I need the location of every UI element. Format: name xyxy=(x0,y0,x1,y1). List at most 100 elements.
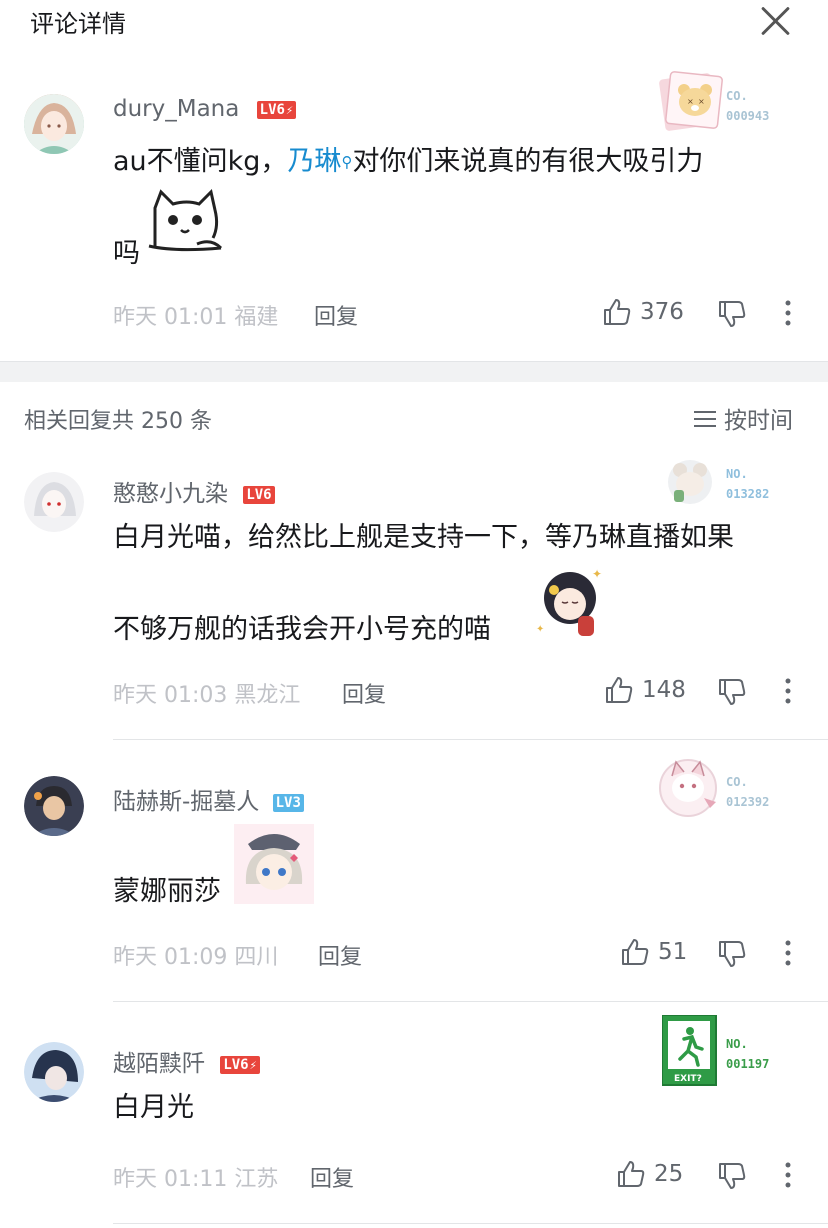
comment-text-line2: 吗 xyxy=(113,238,140,269)
reply-button[interactable]: 回复 xyxy=(310,1161,354,1193)
comment-text-line1: 蒙娜丽莎 xyxy=(113,876,221,907)
thumbs-down-icon[interactable] xyxy=(716,938,748,970)
timestamp: 昨天 01:01 xyxy=(113,305,228,330)
bear-card-icon: × × xyxy=(659,71,723,131)
thumbs-up-icon[interactable] xyxy=(615,1158,647,1190)
thumbs-up-icon[interactable] xyxy=(601,296,633,328)
fan-badge-image xyxy=(659,759,717,817)
location: 福建 xyxy=(234,305,279,330)
badge-prefix: CO. xyxy=(726,775,748,789)
timestamp: 昨天 01:09 xyxy=(113,945,228,970)
exit-sign-icon: EXIT? xyxy=(662,1015,717,1086)
badge-num: 013282 xyxy=(726,487,770,501)
username-text[interactable]: 越陌黩阡 xyxy=(113,1051,205,1077)
more-icon[interactable] xyxy=(780,1160,796,1190)
fan-badge-image: × × xyxy=(656,70,726,132)
reply-button[interactable]: 回复 xyxy=(342,677,386,709)
like-count: 51 xyxy=(658,939,688,965)
level-text: LV6 xyxy=(259,101,285,118)
comment-text-before: au不懂问kg， xyxy=(113,146,288,177)
comment-text-line1: 白月光喵，给然比上舰是支持一下，等乃琳直播如果 xyxy=(113,522,734,553)
avatar-illustration xyxy=(24,776,84,836)
username[interactable]: dury_Mana LV6⚡ xyxy=(113,96,297,122)
comment-text-after: 对你们来说真的有很大吸引力 xyxy=(352,146,704,177)
level-badge: LV6 xyxy=(243,485,275,504)
reply-button[interactable]: 回复 xyxy=(314,299,358,331)
comment-meta: 昨天 01:01 福建 xyxy=(113,299,278,331)
sort-button[interactable]: 按时间 xyxy=(694,401,793,435)
username[interactable]: 越陌黩阡 LV6⚡ xyxy=(113,1044,260,1078)
avatar[interactable] xyxy=(24,472,84,532)
like-count: 148 xyxy=(642,677,686,703)
like-count: 376 xyxy=(640,299,684,325)
fan-badge-number: CO. 000943 xyxy=(726,86,769,126)
svg-text:✦: ✦ xyxy=(592,567,602,581)
badge-prefix: NO. xyxy=(726,467,748,481)
divider xyxy=(113,739,828,740)
svg-text:×: × xyxy=(687,97,694,106)
location: 江苏 xyxy=(234,1167,279,1192)
fan-badge-number: NO. 001197 xyxy=(726,1034,769,1074)
thumbs-down-icon[interactable] xyxy=(716,1160,748,1192)
username-text[interactable]: dury_Mana xyxy=(113,96,239,122)
page-title: 评论详情 xyxy=(30,10,126,38)
username[interactable]: 陆赫斯-掘墓人 LV3 xyxy=(113,782,304,816)
svg-text:✦: ✦ xyxy=(536,624,544,635)
badge-num: 001197 xyxy=(726,1057,770,1071)
comment-text-line1: au不懂问kg，乃琳⚲对你们来说真的有很大吸引力 xyxy=(113,140,703,184)
badge-num: 012392 xyxy=(726,795,770,809)
comment-meta: 昨天 01:03 黑龙江 xyxy=(113,677,300,709)
more-icon[interactable] xyxy=(780,676,796,706)
avatar[interactable] xyxy=(24,94,84,154)
section-separator xyxy=(0,362,828,382)
more-icon[interactable] xyxy=(780,938,796,968)
avatar-illustration xyxy=(24,1042,84,1102)
avatar-illustration xyxy=(24,472,84,532)
comment-meta: 昨天 01:09 四川 xyxy=(113,939,278,971)
badge-prefix: NO. xyxy=(726,1037,748,1051)
location: 四川 xyxy=(234,945,279,970)
svg-text:×: × xyxy=(698,97,705,106)
username[interactable]: 憨憨小九染 LV6 xyxy=(113,474,275,508)
comment-meta: 昨天 01:11 江苏 xyxy=(113,1161,278,1193)
thumbs-down-icon[interactable] xyxy=(716,298,748,330)
avatar-illustration xyxy=(24,94,84,154)
close-icon[interactable] xyxy=(758,2,794,38)
level-badge: LV3 xyxy=(272,793,304,812)
divider xyxy=(113,1001,828,1002)
comment-text-line2: 不够万舰的话我会开小号充的喵 xyxy=(113,614,491,645)
location: 黑龙江 xyxy=(234,683,301,708)
avatar[interactable] xyxy=(24,1042,84,1102)
level-text: LV6 xyxy=(223,1056,249,1073)
fan-badge-number: NO. 013282 xyxy=(726,464,769,504)
timestamp: 昨天 01:03 xyxy=(113,683,228,708)
level-badge: LV6⚡ xyxy=(256,100,297,119)
search-icon[interactable]: ⚲ xyxy=(341,153,352,171)
list-icon xyxy=(694,409,716,435)
thumbs-up-icon[interactable] xyxy=(619,936,651,968)
bolt-icon: ⚡ xyxy=(249,1057,257,1072)
like-count: 25 xyxy=(654,1161,684,1187)
fan-badge-image xyxy=(668,460,712,504)
reply-button[interactable]: 回复 xyxy=(318,939,362,971)
sort-label: 按时间 xyxy=(724,408,793,434)
avatar[interactable] xyxy=(24,776,84,836)
mention-link[interactable]: 乃琳 xyxy=(287,146,341,177)
level-badge: LV6⚡ xyxy=(220,1055,260,1074)
fan-badge-number: CO. 012392 xyxy=(726,772,769,812)
bolt-icon: ⚡ xyxy=(285,102,294,117)
comment-text-line1: 白月光 xyxy=(113,1092,194,1123)
replies-count: 相关回复共 250 条 xyxy=(24,409,212,434)
divider xyxy=(113,1223,828,1224)
thumbs-up-icon[interactable] xyxy=(603,674,635,706)
more-icon[interactable] xyxy=(780,298,796,328)
username-text[interactable]: 憨憨小九染 xyxy=(113,481,228,507)
girl-sticker-icon: ✦ ✦ xyxy=(536,567,602,636)
badge-prefix: CO. xyxy=(726,89,748,103)
thumbs-down-icon[interactable] xyxy=(716,676,748,708)
timestamp: 昨天 01:11 xyxy=(113,1167,228,1192)
username-text[interactable]: 陆赫斯-掘墓人 xyxy=(113,789,259,815)
badge-num: 000943 xyxy=(726,109,770,123)
exit-label: EXIT? xyxy=(674,1074,702,1084)
girl-sticker-icon xyxy=(234,824,314,904)
